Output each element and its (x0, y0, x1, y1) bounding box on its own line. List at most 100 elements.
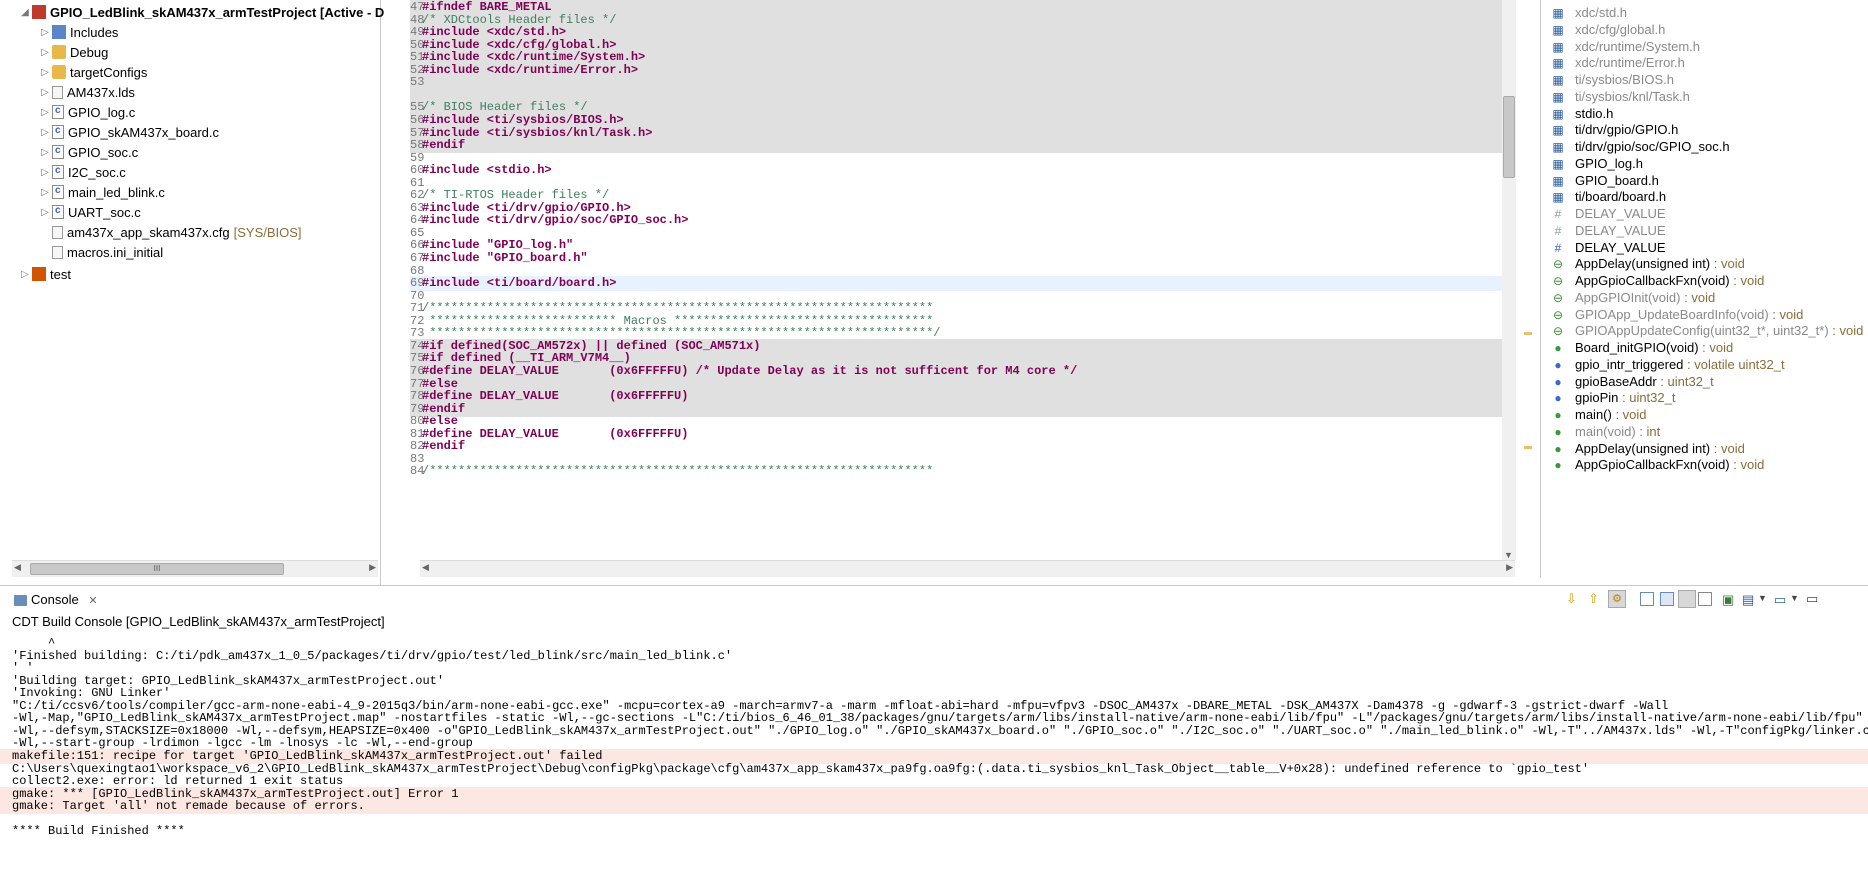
function-icon: ● (1554, 458, 1562, 473)
display-selected-icon[interactable] (1698, 592, 1712, 606)
scroll-lock-icon[interactable]: ⚙ (1608, 590, 1626, 608)
tree-item-label: am437x_app_skam437x.cfg (67, 225, 230, 240)
c-file-icon (52, 201, 64, 221)
c-file-icon (52, 161, 64, 181)
code-editor[interactable]: 47 #ifndef BARE_METAL 48/* XDCtools Header… (410, 0, 1516, 578)
new-console-icon[interactable]: ▣ (1722, 592, 1734, 608)
annotation-marker[interactable] (1524, 332, 1532, 335)
variable-icon: ● (1554, 374, 1562, 389)
open-console-icon[interactable]: ▤ (1742, 592, 1754, 608)
arrow-down-icon[interactable]: ⇩ (1566, 591, 1577, 607)
scroll-right-icon[interactable]: ▶ (369, 562, 376, 573)
expand-arrow-icon[interactable]: ▷ (38, 103, 52, 123)
expand-arrow-icon[interactable]: ▷ (38, 83, 52, 103)
tree-item[interactable]: ▷ targetConfigs (38, 63, 147, 83)
expand-arrow-icon[interactable]: ▷ (38, 63, 52, 83)
outline-item-label: gpioPin (1575, 390, 1619, 406)
word-wrap-icon[interactable] (1678, 590, 1696, 608)
include-icon: ▦ (1552, 190, 1564, 205)
tree-item[interactable]: ▷ UART_soc.c (38, 201, 141, 223)
include-icon: ▦ (1552, 6, 1564, 20)
expand-arrow-icon[interactable]: ▷ (38, 123, 52, 143)
outline-item-type: : void (1680, 289, 1716, 305)
outline-item-label: AppGpioCallbackFxn(void) (1575, 273, 1730, 288)
expand-arrow-icon[interactable]: ▷ (38, 23, 52, 43)
outline-item-label: ti/sysbios/knl/Task.h (1575, 88, 1690, 104)
tree-item-label: Includes (70, 25, 119, 40)
outline-item-label: ti/drv/gpio/GPIO.h (1575, 122, 1679, 138)
project-title: GPIO_LedBlink_skAM437x_armTestProject [A… (50, 5, 385, 20)
include-icon: ▦ (1552, 106, 1564, 121)
tab-console[interactable]: Console ✕ (14, 590, 98, 610)
editor-horizontal-scrollbar[interactable]: ◀ ▶ (420, 560, 1515, 577)
function-declaration-icon: ⊖ (1552, 274, 1564, 288)
outline-view: ▦ xdc/std.h ▦ xdc/cfg/global.h ▦ xdc/runtime/… (1540, 0, 1868, 578)
tree-item[interactable]: am437x_app_skam437x.cfg [SYS/BIOS] (38, 223, 302, 243)
minimize-icon[interactable]: ▭ (1806, 591, 1818, 607)
outline-item-label: AppDelay(unsigned int) (1575, 440, 1711, 456)
close-icon[interactable]: ✕ (88, 595, 97, 607)
expand-arrow-icon[interactable]: ▷ (18, 265, 32, 285)
explorer-horizontal-scrollbar[interactable]: ◀ III ▶ (12, 560, 378, 577)
scroll-right-icon[interactable]: ▶ (1506, 562, 1513, 573)
tree-item[interactable]: ▷ GPIO_log.c (38, 101, 135, 123)
arrow-up-icon[interactable]: ⇧ (1588, 591, 1599, 607)
scroll-left-icon[interactable]: ◀ (14, 562, 21, 573)
view-menu-icon[interactable]: ▭ (1774, 592, 1786, 608)
tree-item-tag: [SYS/BIOS] (233, 225, 302, 240)
tree-item[interactable]: ▷ main_led_blink.c (38, 181, 165, 203)
expand-arrow-icon[interactable]: ▷ (38, 183, 52, 203)
chevron-down-icon[interactable]: ▼ (1758, 593, 1767, 603)
outline-item-label: stdio.h (1575, 105, 1614, 121)
scrollbar-thumb[interactable]: III (30, 563, 284, 575)
scroll-down-icon[interactable]: ▼ (1504, 550, 1513, 560)
outline-item-type: : uint32_t (1618, 390, 1676, 406)
include-icon: ▦ (1552, 39, 1564, 54)
collapse-arrow-icon[interactable]: ◢ (18, 3, 32, 23)
annotation-marker[interactable] (1524, 446, 1532, 449)
outline-item-label: DELAY_VALUE (1575, 222, 1666, 238)
scrollbar-thumb[interactable] (1503, 96, 1515, 178)
tree-item-test-project[interactable]: ▷ test (18, 265, 71, 285)
tree-item[interactable]: ▷ GPIO_soc.c (38, 141, 138, 163)
tree-item-label: targetConfigs (70, 65, 148, 80)
tree-item-label: Debug (70, 45, 109, 60)
file-icon (52, 246, 63, 259)
editor-vertical-scrollbar[interactable]: ▼ (1502, 0, 1516, 560)
outline-item[interactable]: AppGpioCallbackFxn(void) : void (1575, 455, 1764, 475)
outline-item-type: : void (1729, 457, 1765, 473)
scroll-left-icon[interactable]: ◀ (422, 562, 429, 573)
outline-item-label: ti/sysbios/BIOS.h (1575, 72, 1674, 87)
outline-item-type: : void (1710, 256, 1745, 272)
include-icon: ▦ (1552, 123, 1564, 138)
line-number: 84 (410, 464, 425, 479)
tree-item-label: AM437x.lds (67, 85, 135, 100)
pin-console-icon[interactable] (1660, 592, 1674, 606)
project-explorer: ◢ GPIO_LedBlink_skAM437x_armTestProject [… (0, 0, 384, 590)
chevron-down-icon[interactable]: ▼ (1790, 593, 1799, 603)
tree-item[interactable]: macros.ini_initial (38, 243, 163, 263)
clear-console-icon[interactable] (1640, 592, 1654, 606)
expand-arrow-icon[interactable]: ▷ (38, 163, 52, 183)
expand-arrow-icon[interactable]: ▷ (38, 43, 52, 63)
c-file-icon (52, 181, 64, 201)
outline-item-label: AppGpioCallbackFxn(void) (1575, 457, 1730, 473)
tree-item-project[interactable]: ◢ GPIO_LedBlink_skAM437x_armTestProject [… (18, 3, 384, 23)
c-file-icon (52, 101, 64, 121)
outline-item-label: xdc/runtime/System.h (1575, 38, 1700, 54)
include-icon: ▦ (1552, 56, 1564, 71)
c-file-icon (52, 121, 64, 141)
expand-arrow-icon[interactable]: ▷ (38, 143, 52, 163)
tree-item[interactable]: ▷ GPIO_skAM437x_board.c (38, 121, 219, 143)
tree-item[interactable]: ▷ Includes (38, 23, 118, 43)
code-line[interactable]: 84/*************************************… (410, 464, 1505, 479)
tree-item[interactable]: ▷ AM437x.lds (38, 83, 135, 103)
function-declaration-icon: ⊖ (1552, 257, 1564, 272)
include-icon: ▦ (1552, 73, 1564, 87)
tree-item[interactable]: ▷ Debug (38, 43, 108, 63)
tree-item[interactable]: ▷ I2C_soc.c (38, 161, 126, 183)
expand-arrow-icon[interactable]: ▷ (38, 203, 52, 223)
tree-item-label: main_led_blink.c (68, 185, 165, 200)
function-icon: ● (1554, 408, 1562, 422)
code-text: /***************************************… (422, 464, 934, 479)
